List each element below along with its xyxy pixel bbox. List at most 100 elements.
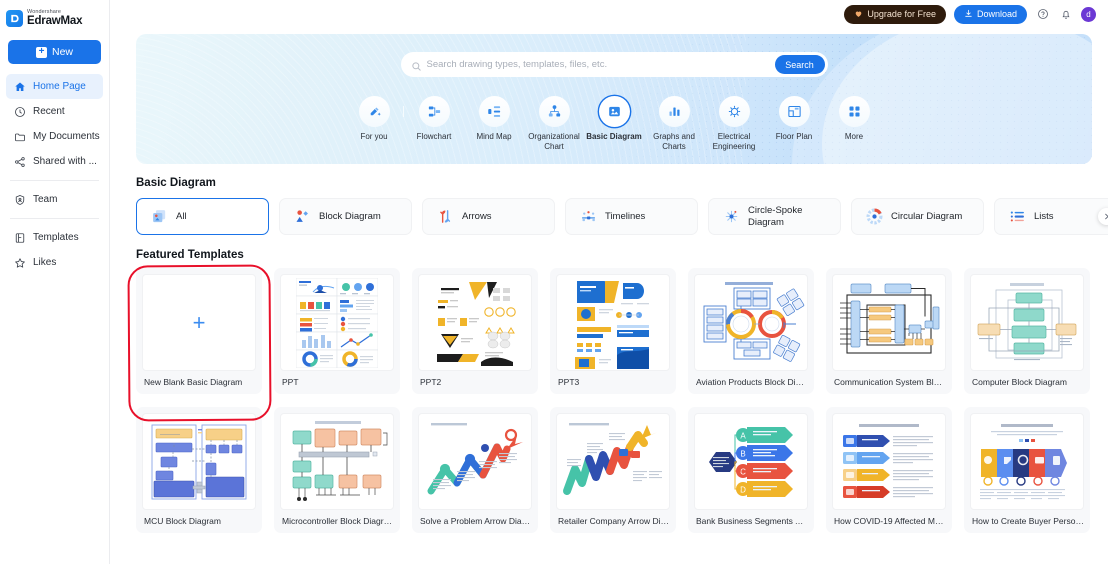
- new-button[interactable]: + New: [8, 40, 101, 64]
- download-icon: [964, 9, 973, 20]
- templates-icon: [13, 231, 26, 244]
- chip-block-diagram[interactable]: Block Diagram: [279, 198, 412, 235]
- chip-label: All: [176, 210, 187, 222]
- zigzag-arrow-thumbnail: [418, 413, 532, 510]
- edraw-logo-icon: [6, 10, 23, 27]
- sidebar-item-label: Shared with ...: [33, 156, 97, 167]
- category-basic-diagram[interactable]: Basic Diagram: [584, 96, 644, 152]
- template-card-retailer-company-arrow-diagram[interactable]: Retailer Company Arrow Diag...: [550, 407, 676, 533]
- template-card-ppt2[interactable]: PPT2: [412, 268, 538, 394]
- template-card-how-to-create-buyer-personas[interactable]: How to Create Buyer Personas: [964, 407, 1090, 533]
- section-title: Basic Diagram: [136, 177, 216, 189]
- svg-text:D: D: [740, 485, 746, 494]
- template-card-new-blank[interactable]: + New Blank Basic Diagram: [136, 268, 262, 394]
- app-logo[interactable]: Wondershare EdrawMax: [0, 0, 109, 30]
- sidebar-item-team[interactable]: Team: [6, 187, 103, 212]
- category-graphs-and-charts[interactable]: Graphs and Charts: [644, 96, 704, 152]
- buyer-personas-thumbnail: [970, 413, 1084, 510]
- microcontroller-block-thumbnail: [280, 413, 394, 510]
- search-button[interactable]: Search: [774, 55, 825, 74]
- sidebar-item-label: Likes: [33, 257, 57, 268]
- svg-text:C: C: [740, 467, 746, 476]
- covid-arrows-thumbnail: [832, 413, 946, 510]
- blank-thumbnail: +: [142, 274, 256, 371]
- chip-circular-diagram[interactable]: Circular Diagram: [851, 198, 984, 235]
- template-card-communication-system-block-diagram[interactable]: Communication System Bloc...: [826, 268, 952, 394]
- template-card-title: Bank Business Segments Arro...: [696, 516, 810, 526]
- download-button-label: Download: [976, 9, 1017, 19]
- upgrade-button-label: Upgrade for Free: [867, 9, 936, 19]
- template-card-title: Aviation Products Block Diag...: [696, 377, 810, 387]
- template-card-computer-block-diagram[interactable]: Computer Block Diagram: [964, 268, 1090, 394]
- category-divider: [403, 106, 404, 117]
- circle-spoke-icon: [722, 208, 740, 226]
- sidebar-item-recent[interactable]: Recent: [6, 99, 103, 124]
- chip-label: Circle-Spoke Diagram: [748, 205, 803, 228]
- sidebar-item-my-documents[interactable]: My Documents: [6, 124, 103, 149]
- category-for-you[interactable]: For you: [344, 96, 404, 152]
- category-mind-map[interactable]: Mind Map: [464, 96, 524, 152]
- sidebar-item-templates[interactable]: Templates: [6, 225, 103, 250]
- communication-block-thumbnail: [832, 274, 946, 371]
- sidebar-divider-2: [10, 218, 99, 219]
- category-organizational-chart[interactable]: Organizational Chart: [524, 96, 584, 152]
- template-card-microcontroller-block-diagram[interactable]: Microcontroller Block Diagram: [274, 407, 400, 533]
- sidebar-item-likes[interactable]: Likes: [6, 250, 103, 275]
- upgrade-button[interactable]: Upgrade for Free: [844, 4, 946, 24]
- template-card-aviation-products-block-diagram[interactable]: Aviation Products Block Diag...: [688, 268, 814, 394]
- search-input[interactable]: [426, 59, 775, 70]
- search-row: Search: [136, 52, 1092, 77]
- team-shield-icon: [13, 193, 26, 206]
- template-card-title: Retailer Company Arrow Diag...: [558, 516, 672, 526]
- download-button[interactable]: Download: [953, 4, 1027, 24]
- chip-all[interactable]: All: [136, 198, 269, 235]
- timelines-icon: [579, 208, 597, 226]
- sidebar-item-label: Templates: [33, 232, 79, 243]
- sidebar-item-label: Team: [33, 194, 58, 205]
- category-electrical-engineering[interactable]: Electrical Engineering: [704, 96, 764, 152]
- chip-timelines[interactable]: Timelines: [565, 198, 698, 235]
- help-circle-icon[interactable]: [1035, 7, 1050, 22]
- avatar[interactable]: d: [1081, 6, 1096, 22]
- template-card-ppt[interactable]: PPT: [274, 268, 400, 394]
- template-card-title: PPT2: [420, 377, 442, 387]
- sidebar-nav: Home Page Recent My Documents Shared wit…: [0, 74, 109, 275]
- template-card-how-covid-19-affected-megatrends[interactable]: How COVID-19 Affected Meg...: [826, 407, 952, 533]
- category-flowchart[interactable]: Flowchart: [403, 96, 464, 152]
- category-more[interactable]: More: [824, 96, 884, 152]
- svg-text:B: B: [740, 449, 745, 458]
- sidebar-divider-1: [10, 180, 99, 181]
- search-box[interactable]: Search: [400, 52, 828, 77]
- category-label: Organizational Chart: [528, 132, 580, 151]
- chip-arrows[interactable]: Arrows: [422, 198, 555, 235]
- template-card-bank-business-segments-arrow-diagram[interactable]: A B C D Bank Business Segments Arro...: [688, 407, 814, 533]
- gem-icon: [854, 9, 863, 20]
- sidebar-item-home-page[interactable]: Home Page: [6, 74, 103, 99]
- lists-icon: [1008, 208, 1026, 226]
- template-card-ppt3[interactable]: PPT3: [550, 268, 676, 394]
- template-card-solve-a-problem-arrow-diagram[interactable]: Solve a Problem Arrow Diagr...: [412, 407, 538, 533]
- chip-label: Block Diagram: [319, 210, 381, 222]
- chip-lists[interactable]: Lists: [994, 198, 1108, 235]
- bank-segments-thumbnail: A B C D: [694, 413, 808, 510]
- top-bar: Upgrade for Free Download d: [110, 0, 1108, 28]
- bar-chart-icon: [658, 96, 690, 127]
- bell-icon[interactable]: [1058, 7, 1073, 22]
- basic-diagram-icon: [598, 96, 630, 127]
- sidebar-item-label: Home Page: [33, 81, 86, 92]
- circular-diagram-icon: [865, 208, 883, 226]
- sidebar-item-shared-with[interactable]: Shared with ...: [6, 149, 103, 174]
- chip-circle-spoke-diagram[interactable]: Circle-Spoke Diagram: [708, 198, 841, 235]
- category-floor-plan[interactable]: Floor Plan: [764, 96, 824, 152]
- chips-next-button[interactable]: [1098, 208, 1108, 225]
- main-content: Upgrade for Free Download d Search drawi…: [110, 0, 1108, 564]
- template-card-mcu-block-diagram[interactable]: MCU Block Diagram: [136, 407, 262, 533]
- category-label: Electrical Engineering: [712, 132, 756, 151]
- ppt-yellow-thumbnail: [418, 274, 532, 371]
- sidebar-item-label: My Documents: [33, 131, 100, 142]
- template-card-title: Microcontroller Block Diagram: [282, 516, 396, 526]
- template-grid-row-2: MCU Block Diagram Microcontroller Block …: [136, 407, 1108, 533]
- computer-block-thumbnail: [970, 274, 1084, 371]
- category-label: Floor Plan: [775, 132, 813, 141]
- mindmap-icon: [478, 96, 510, 127]
